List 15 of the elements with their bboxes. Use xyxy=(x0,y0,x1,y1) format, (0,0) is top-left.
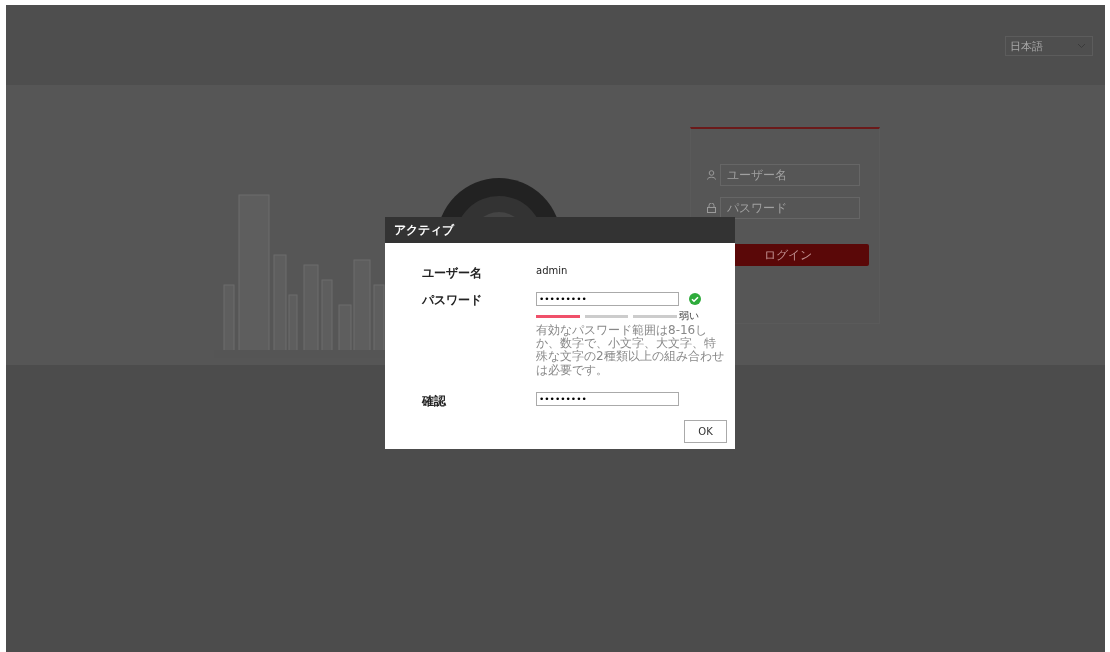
password-hint: 有効なパスワード範囲は8-16しか、数字で、小文字、大文字、特殊な文字の2種類以上の組み合わせは必要です。 xyxy=(536,324,724,377)
field-label: 確認 xyxy=(422,392,447,410)
strength-label: 弱い xyxy=(679,309,699,323)
field-label: ユーザー名 xyxy=(422,265,483,282)
language-select[interactable]: 日本語 xyxy=(1005,36,1093,56)
password-field[interactable]: ••••••••• xyxy=(536,292,679,306)
username-value: admin xyxy=(536,265,569,276)
lock-icon xyxy=(707,203,716,213)
dialog-title: アクティブ xyxy=(394,221,454,239)
login-input-field[interactable]: ユーザー名 xyxy=(720,164,860,186)
user-icon xyxy=(707,170,716,180)
ok-button[interactable]: OK xyxy=(684,420,727,443)
confirm-password-field[interactable]: ••••••••• xyxy=(536,391,679,406)
field-label: パスワード xyxy=(422,292,483,309)
login-input-field[interactable]: パスワード xyxy=(720,197,860,219)
